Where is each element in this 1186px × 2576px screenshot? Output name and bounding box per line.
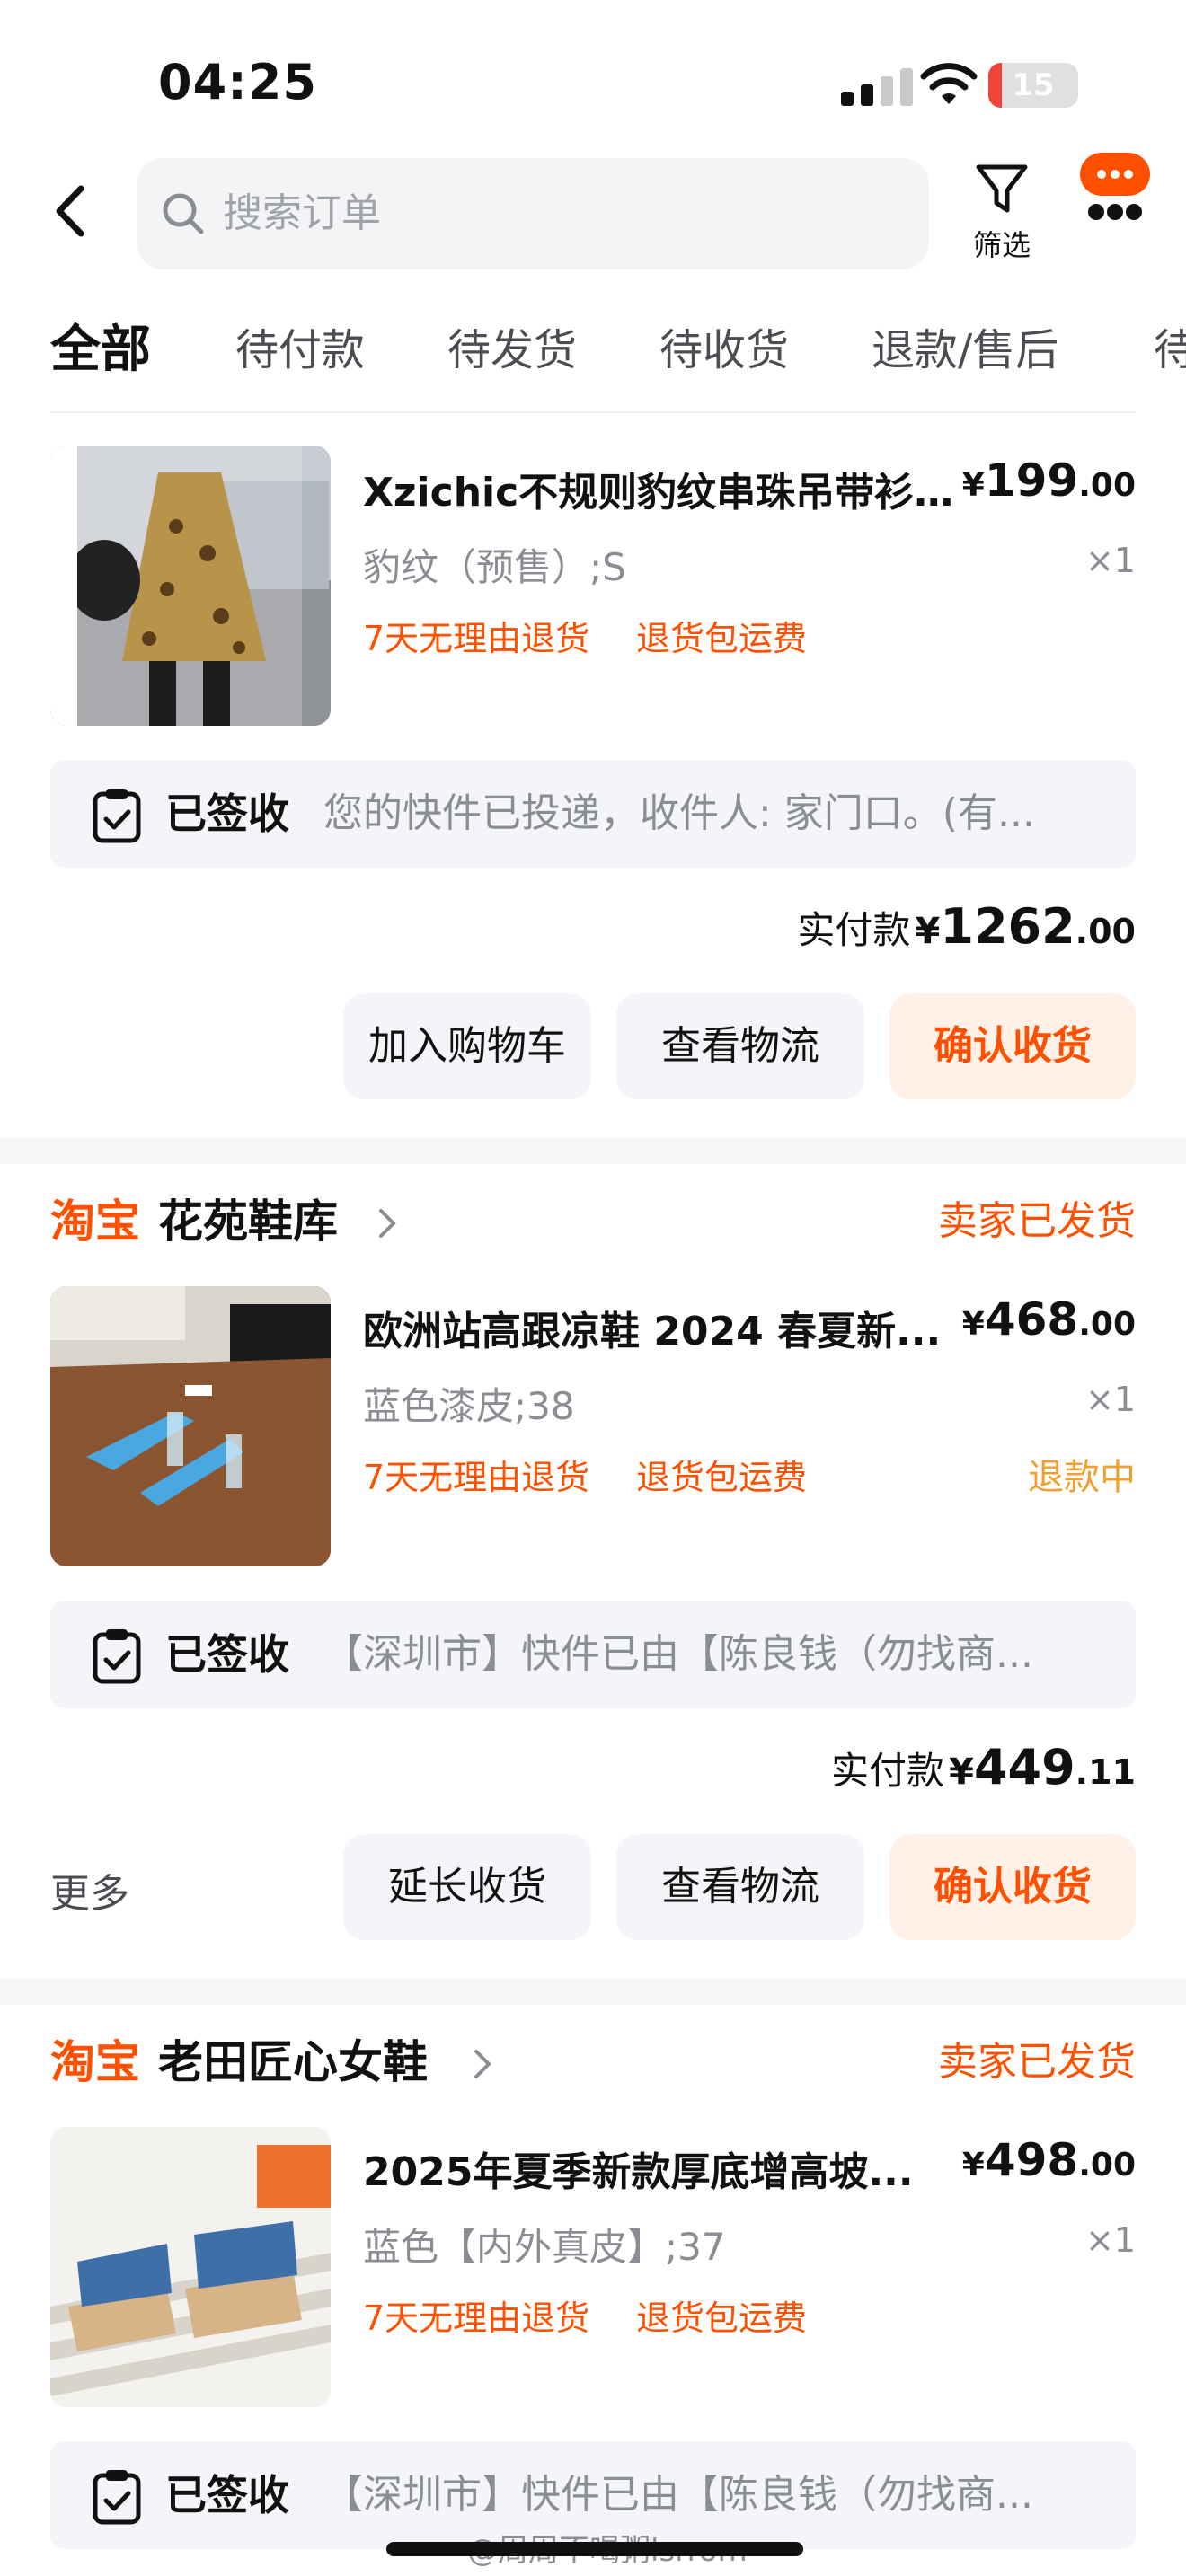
- blue-wedge-sandals-photo: [50, 2127, 331, 2407]
- product-qty: ×1: [1084, 2220, 1136, 2260]
- product-title[interactable]: Xzichic不规则豹纹串珠吊带衫...: [363, 460, 956, 517]
- search-input[interactable]: 搜索订单: [137, 158, 929, 269]
- paid-amount: 实付款 ¥449.11: [830, 1739, 1136, 1795]
- filter-label: 筛选: [972, 228, 1031, 262]
- shop-name[interactable]: 花苑鞋库: [158, 1186, 338, 1257]
- filter-button[interactable]: 筛选: [961, 162, 1042, 269]
- back-button[interactable]: [43, 180, 97, 243]
- product-image[interactable]: [50, 2127, 331, 2407]
- shop-row[interactable]: 淘宝 花苑鞋库 卖家已发货: [50, 1186, 1136, 1257]
- logistics-status: 已签收: [165, 2471, 289, 2519]
- home-indicator[interactable]: [386, 2542, 803, 2556]
- tag-7day-return: 7天无理由退货: [363, 2298, 590, 2338]
- order-separator: [0, 1978, 1186, 2005]
- more-link[interactable]: 更多: [50, 1861, 129, 1919]
- product-sku: 蓝色【内外真皮】;37: [363, 2225, 726, 2269]
- search-placeholder: 搜索订单: [223, 190, 381, 236]
- product-image[interactable]: [50, 1286, 331, 1566]
- product-image[interactable]: [50, 446, 331, 726]
- battery-level: 15: [1012, 67, 1055, 103]
- product-sku: 蓝色漆皮;38: [363, 1384, 575, 1428]
- product-price: ¥498.00: [961, 2134, 1136, 2186]
- battery-indicator: 15: [988, 63, 1078, 108]
- filter-funnel-icon: [976, 164, 1028, 213]
- tag-free-return-shipping: 退货包运费: [636, 619, 808, 658]
- chat-bubble-icon[interactable]: [1075, 149, 1155, 230]
- product-qty: ×1: [1084, 541, 1136, 580]
- wifi-icon: [920, 63, 978, 104]
- status-time: 04:25: [158, 54, 317, 110]
- tab-pending-shipment[interactable]: 待发货: [447, 314, 577, 386]
- chevron-right-icon: [379, 1209, 396, 1238]
- leopard-top-photo: [50, 446, 331, 726]
- confirm-receipt-button[interactable]: 确认收货: [890, 1834, 1136, 1940]
- blue-heels-photo: [50, 1286, 331, 1566]
- product-title[interactable]: 2025年夏季新款厚底增高坡...: [363, 2139, 956, 2197]
- status-bar: 04:25 15: [0, 0, 1186, 153]
- clipboard-check-icon: [93, 1629, 141, 1684]
- product-title[interactable]: 欧洲站高跟凉鞋 2024 春夏新...: [363, 1299, 956, 1356]
- refund-status[interactable]: 退款中: [1028, 1448, 1136, 1500]
- chevron-right-icon: [474, 2050, 491, 2078]
- product-qty: ×1: [1084, 1380, 1136, 1419]
- tag-7day-return: 7天无理由退货: [363, 1458, 590, 1497]
- shop-row[interactable]: 淘宝 老田匠心女鞋 卖家已发货: [50, 2026, 1136, 2098]
- view-logistics-button[interactable]: 查看物流: [616, 993, 864, 1099]
- extend-receipt-button[interactable]: 延长收货: [343, 1834, 591, 1940]
- product-price: ¥468.00: [961, 1293, 1136, 1345]
- order-separator: [0, 1137, 1186, 1164]
- tab-all[interactable]: 全部: [50, 314, 151, 386]
- tabs-divider: [50, 411, 1136, 413]
- cellular-signal-icon: [841, 68, 913, 106]
- confirm-receipt-button[interactable]: 确认收货: [890, 993, 1136, 1099]
- logistics-bar[interactable]: 已签收 【深圳市】快件已由【陈良钱（勿找商...: [50, 1601, 1136, 1708]
- logistics-text: 您的快件已投递，收件人: 家门口。(有...: [323, 790, 1035, 836]
- view-logistics-button[interactable]: 查看物流: [616, 1834, 864, 1940]
- tag-free-return-shipping: 退货包运费: [636, 1458, 808, 1497]
- tab-pending-receipt[interactable]: 待收货: [659, 314, 789, 386]
- tag-free-return-shipping: 退货包运费: [636, 2298, 808, 2338]
- clipboard-check-icon: [93, 789, 141, 843]
- shop-name[interactable]: 老田匠心女鞋: [158, 2026, 428, 2098]
- search-icon: [163, 193, 204, 234]
- taobao-brand: 淘宝: [50, 2036, 140, 2088]
- logistics-text: 【深圳市】快件已由【陈良钱（勿找商...: [323, 1631, 1033, 1677]
- tab-refund-aftersale[interactable]: 退款/售后: [872, 314, 1058, 386]
- logistics-status: 已签收: [165, 1630, 289, 1679]
- logistics-bar[interactable]: 已签收 您的快件已投递，收件人: 家门口。(有...: [50, 760, 1136, 868]
- tab-pending-review[interactable]: 待: [1154, 314, 1186, 386]
- order-tabs: 全部 待付款 待发货 待收货 退款/售后 待: [0, 314, 1186, 386]
- tag-7day-return: 7天无理由退货: [363, 619, 590, 658]
- paid-amount: 实付款 ¥1262.00: [797, 898, 1136, 955]
- logistics-status: 已签收: [165, 790, 289, 838]
- clipboard-check-icon: [93, 2470, 141, 2525]
- product-price: ¥199.00: [961, 454, 1136, 507]
- add-to-cart-button[interactable]: 加入购物车: [343, 993, 591, 1099]
- tab-pending-payment[interactable]: 待付款: [235, 314, 365, 386]
- product-sku: 豹纹（预售）;S: [363, 545, 626, 589]
- order-status: 卖家已发货: [938, 2039, 1136, 2085]
- order-status: 卖家已发货: [938, 1198, 1136, 1244]
- taobao-brand: 淘宝: [50, 1195, 140, 1248]
